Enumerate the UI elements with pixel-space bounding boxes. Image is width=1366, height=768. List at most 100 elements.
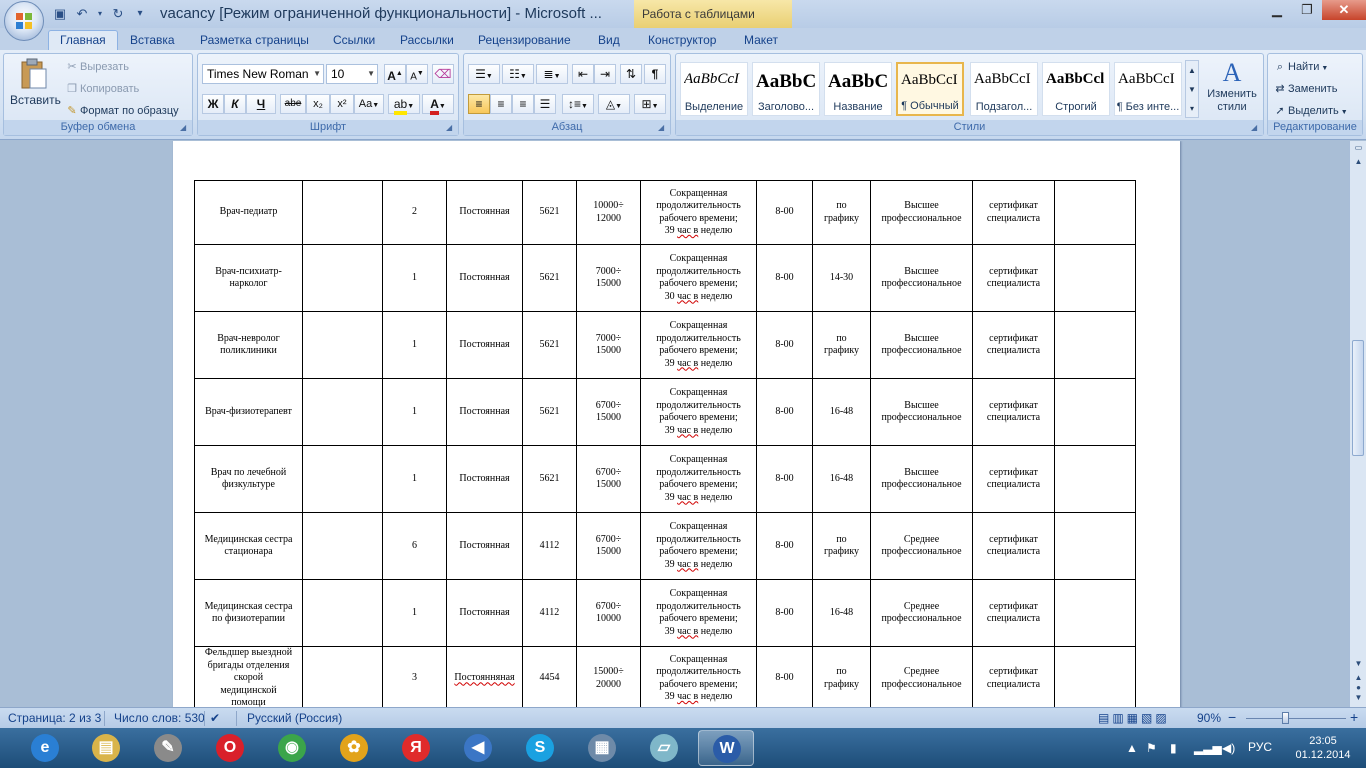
taskbar-app[interactable]: ▤ [78,730,134,766]
cell-start-time[interactable]: 8-00 [756,244,813,312]
vacancy-table[interactable]: Врач-педиатр 2 Постоянная 5621 10000÷ 12000 Со… [194,180,1136,707]
cell-code[interactable]: 5621 [522,311,577,379]
zoom-in-button[interactable]: + [1350,709,1358,725]
browse-object-icon[interactable]: ● [1351,683,1366,692]
cell-work-mode[interactable]: Сокращенная продолжительность рабочего вре… [640,512,757,580]
cell-code[interactable]: 5621 [522,244,577,312]
cell-start-time[interactable]: 8-00 [756,378,813,446]
font-launcher-icon[interactable]: ◢ [446,123,456,133]
cell-employment-type[interactable]: Постоянная [446,311,523,379]
cell-count[interactable]: 3 [382,646,447,707]
cell-work-mode[interactable]: Сокращенная продолжительность рабочего вре… [640,579,757,647]
tab-page-layout[interactable]: Разметка страницы [200,31,309,50]
table-row[interactable]: Фельдшер выездной бригады отделения скорой… [194,646,1136,707]
cell-extra[interactable] [1054,512,1136,580]
table-row[interactable]: Врач по лечебной физкультуре 1 Постоянная 56… [194,445,1136,513]
next-page-icon[interactable]: ▼ [1351,693,1366,702]
style-emphasis[interactable]: AaBbCcI Выделение [680,62,748,116]
cell-education[interactable]: Высшее профессиональное [870,244,973,312]
taskbar-app[interactable]: ◉ [264,730,320,766]
style-normal[interactable]: AaBbCcI ¶ Обычный [896,62,964,116]
shrink-font-button[interactable]: A▼ [406,64,428,84]
numbering-button[interactable]: ☷▼ [502,64,534,84]
table-row[interactable]: Медицинская сестра по физиотерапии 1 Постоя… [194,579,1136,647]
tab-view[interactable]: Вид [598,31,620,50]
bullets-button[interactable]: ☰▼ [468,64,500,84]
ruler-toggle-icon[interactable]: ▭ [1351,143,1366,152]
taskbar-app[interactable]: ✎ [140,730,196,766]
cell-position[interactable]: Врач-психиатр-нарколог [194,244,303,312]
restore-button[interactable]: ❐ [1292,0,1322,20]
paragraph-launcher-icon[interactable]: ◢ [658,123,668,133]
style-subtitle[interactable]: AaBbCcI Подзагол... [970,62,1038,116]
cell-education[interactable]: Высшее профессиональное [870,445,973,513]
sort-button[interactable]: ⇅ [620,64,642,84]
justify-button[interactable]: ☰ [534,94,556,114]
borders-button[interactable]: ⊞▼ [634,94,666,114]
cell-certificate[interactable]: сертификат специалиста [972,180,1055,245]
cell-education[interactable]: Высшее профессиональное [870,378,973,446]
cell-count[interactable]: 2 [382,180,447,245]
zoom-slider-thumb[interactable] [1282,712,1289,724]
cell-education[interactable]: Среднее профессиональное [870,579,973,647]
cell-education[interactable]: Высшее профессиональное [870,311,973,379]
cell-blank[interactable] [302,512,383,580]
cell-position[interactable]: Фельдшер выездной бригады отделения скорой… [194,646,303,707]
cell-salary[interactable]: 6700÷ 10000 [576,579,641,647]
dropdown-icon[interactable]: ▾ [96,6,104,22]
cell-count[interactable]: 1 [382,378,447,446]
copy-button[interactable]: ❐ Копировать [64,82,139,96]
cell-schedule[interactable]: 16-48 [812,445,871,513]
cell-blank[interactable] [302,311,383,379]
table-row[interactable]: Врач-педиатр 2 Постоянная 5621 10000÷ 12000 Со… [194,180,1136,245]
italic-button[interactable]: К [224,94,246,114]
scroll-down-icon[interactable]: ▼ [1351,659,1366,668]
cell-code[interactable]: 4112 [522,512,577,580]
cell-start-time[interactable]: 8-00 [756,180,813,245]
cell-salary[interactable]: 10000÷ 12000 [576,180,641,245]
paste-button[interactable]: Вставить [10,58,61,114]
cell-salary[interactable]: 7000÷ 15000 [576,311,641,379]
multilevel-list-button[interactable]: ≣▼ [536,64,568,84]
decrease-indent-button[interactable]: ⇤ [572,64,594,84]
cell-code[interactable]: 5621 [522,445,577,513]
tab-design[interactable]: Конструктор [648,31,716,50]
cell-salary[interactable]: 6700÷ 15000 [576,445,641,513]
cell-schedule[interactable]: по графику [812,646,871,707]
tab-references[interactable]: Ссылки [333,31,375,50]
cell-certificate[interactable]: сертификат специалиста [972,244,1055,312]
bold-button[interactable]: Ж [202,94,224,114]
cell-blank[interactable] [302,579,383,647]
cell-employment-type[interactable]: Постоянная [446,579,523,647]
table-row[interactable]: Врач-невролог поликлиники 1 Постоянная 5621 7… [194,311,1136,379]
clear-formatting-button[interactable]: ⌫ [432,64,454,84]
page-indicator[interactable]: Страница: 2 из 3 [8,711,101,725]
table-row[interactable]: Врач-психиатр-нарколог 1 Постоянная 5621 700… [194,244,1136,312]
cell-employment-type[interactable]: Постоянная [446,244,523,312]
language-indicator-tray[interactable]: РУС [1248,740,1272,754]
customize-qat-icon[interactable]: ▾ [132,6,148,22]
cell-employment-type[interactable]: Постоянняная [446,646,523,707]
cell-code[interactable]: 4454 [522,646,577,707]
taskbar-app[interactable]: ▦ [574,730,630,766]
styles-launcher-icon[interactable]: ◢ [1251,123,1261,133]
cell-code[interactable]: 5621 [522,180,577,245]
taskbar-app[interactable]: W [698,730,754,766]
cell-count[interactable]: 1 [382,445,447,513]
find-button[interactable]: ⌕ Найти ▼ [1272,60,1328,74]
style-heading[interactable]: AaBbC Заголово... [752,62,820,116]
cell-employment-type[interactable]: Постоянная [446,378,523,446]
cell-extra[interactable] [1054,579,1136,647]
cell-start-time[interactable]: 8-00 [756,311,813,379]
increase-indent-button[interactable]: ⇥ [594,64,616,84]
font-color-button[interactable]: A▼ [422,94,454,115]
cell-count[interactable]: 1 [382,311,447,379]
network-icon[interactable]: ▂▃▅ [1194,741,1222,755]
cell-count[interactable]: 1 [382,244,447,312]
taskbar-app[interactable]: Я [388,730,444,766]
cell-extra[interactable] [1054,311,1136,379]
taskbar-app[interactable]: ✿ [326,730,382,766]
cell-code[interactable]: 4112 [522,579,577,647]
cell-extra[interactable] [1054,445,1136,513]
word-count[interactable]: Число слов: 530 [114,711,205,725]
